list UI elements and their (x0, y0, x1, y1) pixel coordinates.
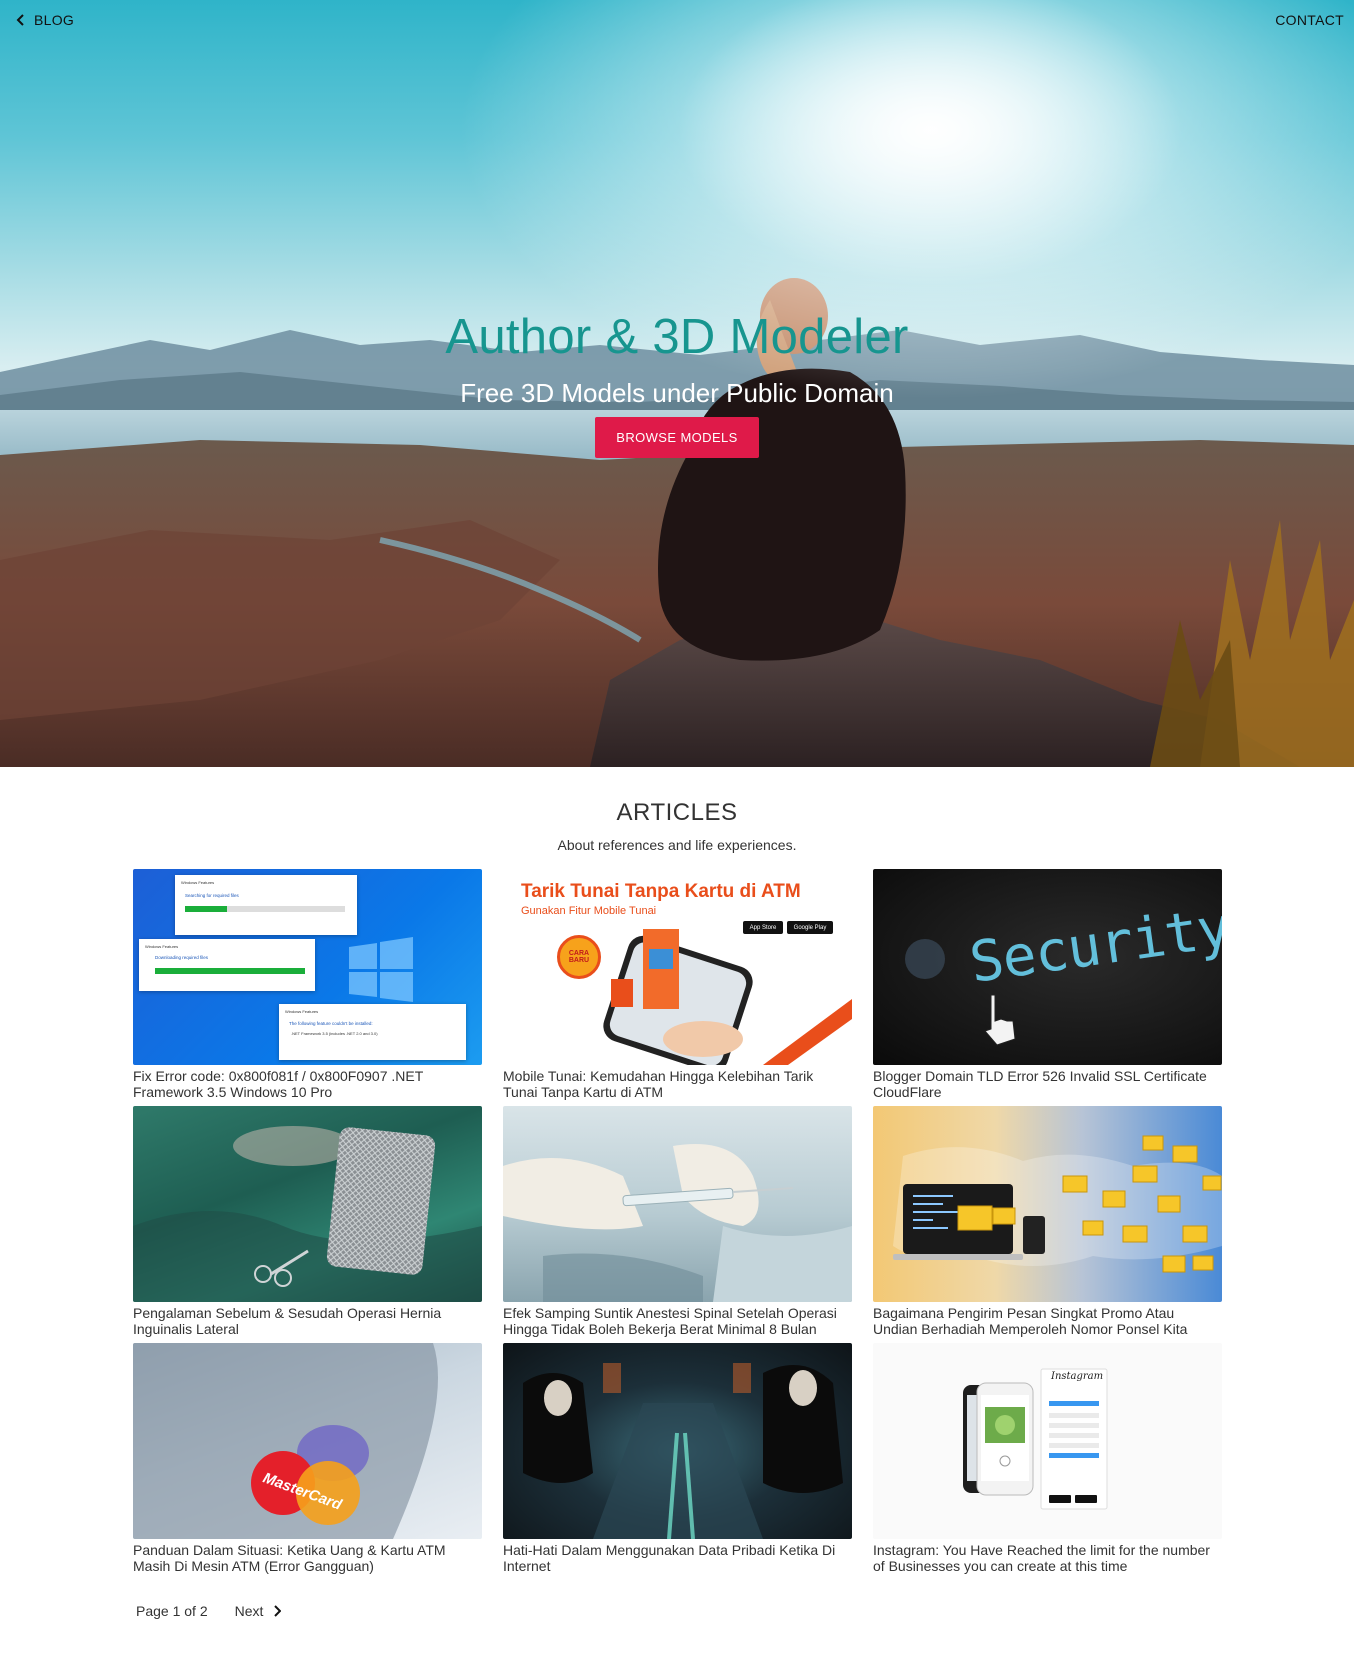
articles-heading: ARTICLES (616, 799, 738, 826)
article-thumbnail[interactable]: Security (873, 869, 1222, 1065)
instagram-phones-image (963, 1368, 1108, 1510)
train-hackers-image (523, 1363, 843, 1539)
next-page-label: Next (234, 1603, 264, 1619)
article-thumbnail[interactable]: Instagram (873, 1343, 1222, 1539)
blog-back-link[interactable]: BLOG (16, 12, 74, 28)
article-card[interactable]: MasterCard Panduan Dalam Situasi: Ketika… (133, 1343, 482, 1580)
pagination: Page 1 of 2 Next (136, 1603, 282, 1619)
browse-models-button[interactable]: BROWSE MODELS (595, 417, 759, 458)
article-thumbnail[interactable]: Tarik Tunai Tanpa Kartu di ATM Gunakan F… (503, 869, 852, 1065)
phone-atm-illustration (603, 929, 852, 1065)
next-page-link[interactable]: Next (235, 1603, 282, 1619)
article-card[interactable]: Efek Samping Suntik Anestesi Spinal Sete… (503, 1106, 852, 1343)
article-title[interactable]: Mobile Tunai: Kemudahan Hingga Kelebihan… (503, 1068, 852, 1100)
article-card[interactable]: Windows Features Searching for required … (133, 869, 482, 1106)
syringe-image (503, 1144, 852, 1302)
article-card[interactable]: Bagaimana Pengirim Pesan Singkat Promo A… (873, 1106, 1222, 1343)
article-card[interactable]: Hati-Hati Dalam Menggunakan Data Pribadi… (503, 1343, 852, 1580)
page-indicator: Page 1 of 2 (136, 1603, 208, 1619)
hero-banner: BLOG CONTACT Author & 3D Modeler Free 3D… (0, 0, 1354, 767)
article-thumbnail[interactable] (503, 1106, 852, 1302)
blog-link-label: BLOG (34, 12, 75, 28)
article-thumbnail[interactable] (873, 1106, 1222, 1302)
article-title[interactable]: Fix Error code: 0x800f081f / 0x800F0907 … (133, 1068, 482, 1100)
hero-title: Author & 3D Modeler (445, 310, 909, 364)
surgical-mesh-image (133, 1126, 482, 1302)
article-title[interactable]: Bagaimana Pengirim Pesan Singkat Promo A… (873, 1305, 1222, 1337)
chevron-left-icon (16, 14, 24, 26)
article-title[interactable]: Hati-Hati Dalam Menggunakan Data Pribadi… (503, 1542, 852, 1574)
laptop-envelopes-image (893, 1135, 1222, 1273)
hero-subtitle: Free 3D Models under Public Domain (460, 378, 894, 408)
article-title[interactable]: Panduan Dalam Situasi: Ketika Uang & Kar… (133, 1542, 482, 1574)
chevron-right-icon (274, 1605, 282, 1617)
article-thumbnail[interactable] (133, 1106, 482, 1302)
article-title[interactable]: Blogger Domain TLD Error 526 Invalid SSL… (873, 1068, 1222, 1100)
mastercard-logo-icon (133, 1343, 438, 1539)
articles-subheading: About references and life experiences. (557, 837, 797, 853)
article-title[interactable]: Instagram: You Have Reached the limit fo… (873, 1542, 1222, 1574)
articles-grid: Windows Features Searching for required … (133, 869, 1223, 1580)
article-thumbnail[interactable]: MasterCard (133, 1343, 482, 1539)
article-thumbnail[interactable] (503, 1343, 852, 1539)
article-card[interactable]: Pengalaman Sebelum & Sesudah Operasi Her… (133, 1106, 482, 1343)
article-card[interactable]: Tarik Tunai Tanpa Kartu di ATM Gunakan F… (503, 869, 852, 1106)
article-title[interactable]: Pengalaman Sebelum & Sesudah Operasi Her… (133, 1305, 482, 1337)
article-card[interactable]: Security Blogger Domain TLD Error 526 In… (873, 869, 1222, 1106)
article-title[interactable]: Efek Samping Suntik Anestesi Spinal Sete… (503, 1305, 852, 1337)
article-card[interactable]: Instagram Instagram: You Have Reached th… (873, 1343, 1222, 1580)
article-thumbnail[interactable]: Windows Features Searching for required … (133, 869, 482, 1065)
hand-cursor-icon (984, 994, 1016, 1046)
contact-link[interactable]: CONTACT (1275, 12, 1344, 28)
